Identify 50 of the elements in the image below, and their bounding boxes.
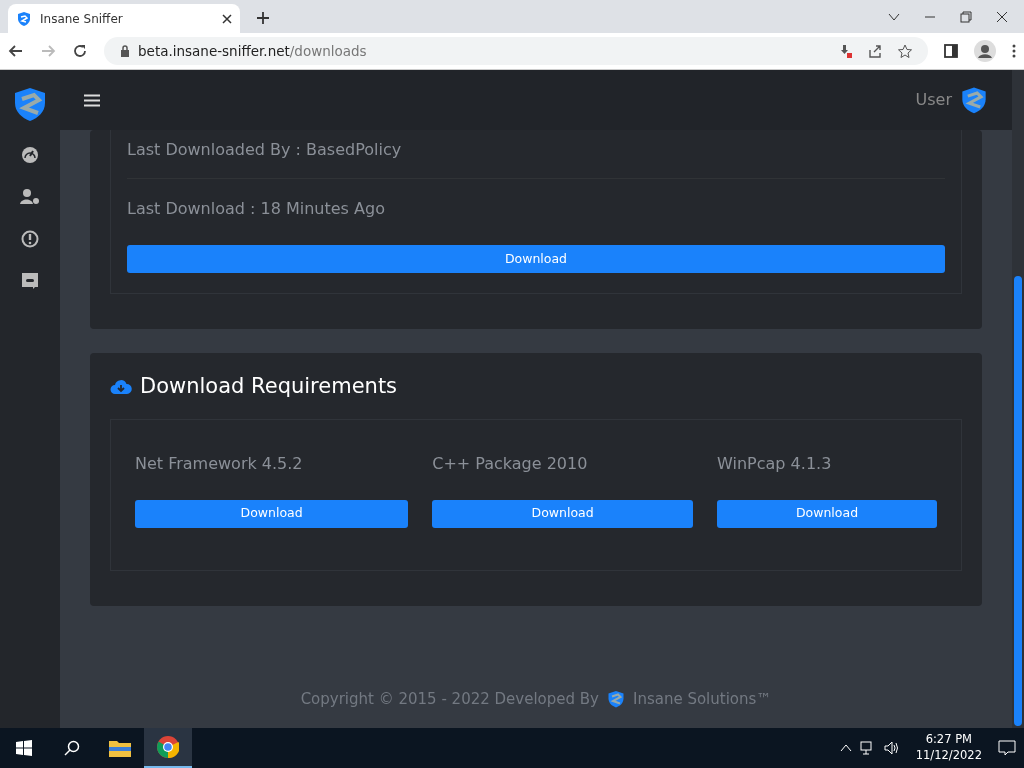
browser-icon [157,736,179,758]
download-button[interactable]: Download [717,499,937,528]
alert-icon[interactable] [21,230,39,248]
brand-link[interactable]: Insane Solutions™ [633,687,772,710]
user-label[interactable]: User [915,88,952,112]
section-title: Download Requirements [140,373,398,400]
star-icon[interactable] [898,44,912,58]
lock-icon [120,45,130,57]
logo-icon [960,86,988,114]
clock-time[interactable]: 6:27 PM [915,732,982,748]
windows-icon [16,740,32,756]
menu-icon[interactable] [84,93,100,107]
download-button[interactable]: Download [127,245,945,273]
last-download-text: Last Download : 18 Minutes Ago [127,198,386,220]
chat-icon[interactable] [21,272,39,290]
share-icon[interactable] [868,44,882,58]
restore-icon[interactable] [960,10,972,23]
menu-icon[interactable] [1012,44,1016,58]
chevron-up-icon[interactable] [839,744,852,752]
reload-icon[interactable] [72,43,88,59]
logo-icon[interactable] [12,86,48,122]
downloaded-by-text: Last Downloaded By : BasedPolicy [127,139,403,161]
search-icon [64,740,80,756]
package-name: C++ Package 2010 [432,452,589,475]
download-icon[interactable] [838,44,852,58]
package-name: WinPcap 4.1.3 [717,452,833,475]
volume-icon[interactable] [883,741,900,755]
clock-date[interactable]: 11/12/2022 [915,748,982,764]
copyright-text: Copyright © 2015 - 2022 Developed By [300,688,599,710]
profile-icon[interactable] [974,40,996,62]
download-button[interactable]: Download [432,499,694,528]
cloud-download-icon [110,378,132,395]
package-name: Net Framework 4.5.2 [135,452,304,475]
sidebar-icon[interactable] [944,44,958,58]
download-button[interactable]: Download [135,499,409,528]
shield-icon [16,10,32,27]
url-text: beta.insane-sniffer.net/downloads [138,41,367,61]
chrome-button[interactable] [144,728,192,768]
new-tab-icon[interactable] [256,11,270,25]
user-settings-icon[interactable] [20,188,40,206]
tab-title: Insane Sniffer [40,10,124,28]
back-icon[interactable] [8,43,24,59]
dashboard-icon[interactable] [21,146,39,164]
browser-tab[interactable]: Insane Sniffer [8,4,240,33]
close-icon[interactable] [222,13,232,24]
folder-icon [109,739,131,757]
close-icon[interactable] [996,10,1008,23]
notification-icon[interactable] [998,740,1016,756]
address-bar[interactable]: beta.insane-sniffer.net/downloads [104,37,928,65]
logo-icon [607,689,625,708]
